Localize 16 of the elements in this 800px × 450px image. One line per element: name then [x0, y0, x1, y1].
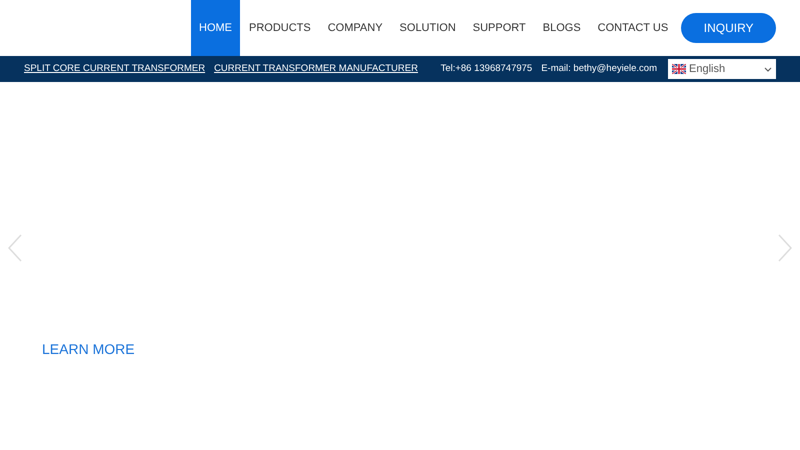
- email-text: E-mail: bethy@heyiele.com: [541, 62, 657, 76]
- nav-tab[interactable]: BLOGS: [534, 0, 589, 56]
- flag-icon: [672, 64, 686, 74]
- nav-tab[interactable]: HOME: [191, 0, 240, 56]
- learn-more-link[interactable]: LEARN MORE: [42, 341, 135, 357]
- top-link[interactable]: SPLIT CORE CURRENT TRANSFORMER: [24, 62, 206, 76]
- nav-tab[interactable]: COMPANY: [320, 0, 391, 56]
- nav-tab[interactable]: SUPPORT: [464, 0, 534, 56]
- language-select[interactable]: English: [668, 59, 776, 79]
- nav-tab[interactable]: PRODUCTS: [241, 0, 319, 56]
- phone-text: Tel:+86 13968747975: [440, 62, 532, 76]
- nav-tab[interactable]: CONTACT US: [590, 0, 676, 56]
- inquiry-button[interactable]: INQUIRY: [681, 13, 776, 43]
- top-link[interactable]: CURRENT TRANSFORMER MANUFACTURER: [214, 62, 418, 76]
- nav-tab[interactable]: SOLUTION: [392, 0, 464, 56]
- chevron-down-icon: [764, 66, 772, 72]
